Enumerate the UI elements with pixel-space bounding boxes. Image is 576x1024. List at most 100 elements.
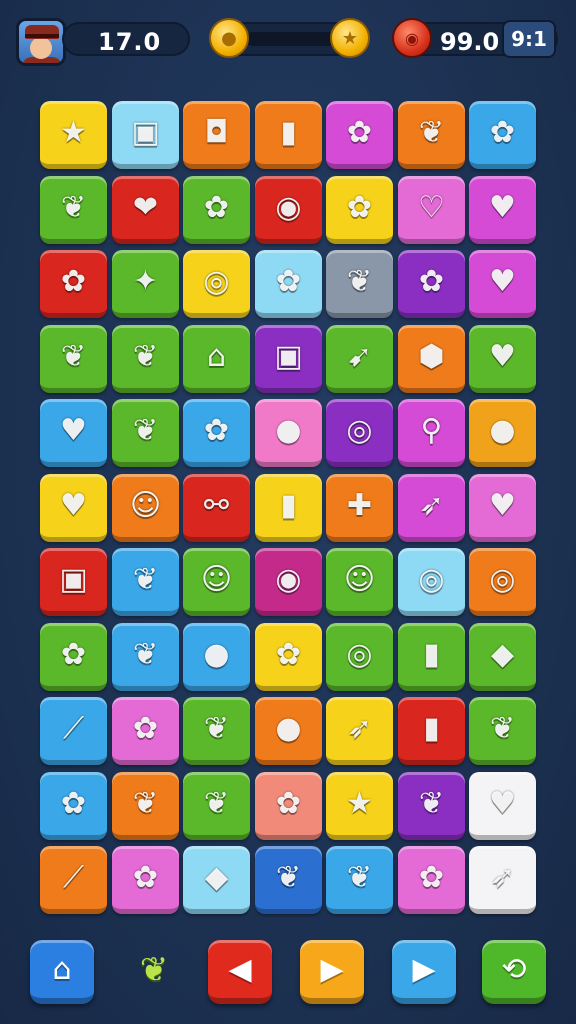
board-tile[interactable]: ✦ — [112, 250, 179, 318]
board-tile[interactable]: ◆ — [469, 623, 536, 691]
board-tile[interactable]: ✿ — [255, 250, 322, 318]
tile-icon: ✿ — [132, 859, 159, 895]
board-tile[interactable]: ✿ — [398, 250, 465, 318]
board-tile[interactable]: ⟋ — [40, 697, 107, 765]
board-tile[interactable]: ⚲ — [398, 399, 465, 467]
board-tile[interactable]: ♥ — [40, 399, 107, 467]
tile-icon: ◆ — [490, 636, 515, 672]
board-tile[interactable]: ♡ — [398, 176, 465, 244]
board-tile[interactable]: ❦ — [398, 101, 465, 169]
board-tile[interactable]: ♥ — [40, 474, 107, 542]
board-tile[interactable]: ✿ — [40, 772, 107, 840]
board-tile[interactable]: ❤ — [112, 176, 179, 244]
board-tile[interactable]: ⚯ — [183, 474, 250, 542]
board-tile[interactable]: ✿ — [112, 697, 179, 765]
tile-icon: ● — [203, 636, 230, 672]
tile-icon: ✿ — [275, 636, 302, 672]
board-tile[interactable]: ◘ — [183, 101, 250, 169]
board-tile[interactable]: ◉ — [255, 548, 322, 616]
board-tile[interactable]: ☺ — [183, 548, 250, 616]
board-tile[interactable]: ☺ — [112, 474, 179, 542]
board-tile[interactable]: ⌂ — [183, 325, 250, 393]
board-tile[interactable]: ◎ — [398, 548, 465, 616]
board-tile[interactable]: ❦ — [112, 772, 179, 840]
board-tile[interactable]: ◎ — [183, 250, 250, 318]
tile-icon: ◎ — [346, 636, 373, 672]
tile-icon: ♥ — [489, 189, 516, 225]
tile-icon: ✦ — [132, 263, 159, 299]
board-tile[interactable]: ❦ — [255, 846, 322, 914]
tile-icon: ❦ — [418, 785, 445, 821]
board-tile[interactable]: ✿ — [398, 846, 465, 914]
board-tile[interactable]: ♥ — [469, 325, 536, 393]
board-tile[interactable]: ❦ — [326, 846, 393, 914]
board-tile[interactable]: ✿ — [326, 101, 393, 169]
play-button[interactable]: ▶ — [300, 940, 364, 1004]
tile-icon: ❦ — [132, 785, 159, 821]
tile-icon: ➶ — [418, 487, 445, 523]
board-tile[interactable]: ➶ — [469, 846, 536, 914]
tile-icon: ✿ — [346, 114, 373, 150]
board-tile[interactable]: ❦ — [183, 697, 250, 765]
board-tile[interactable]: ✿ — [469, 101, 536, 169]
board-tile[interactable]: ▣ — [112, 101, 179, 169]
board-tile[interactable]: ❦ — [183, 772, 250, 840]
board-tile[interactable]: ◎ — [469, 548, 536, 616]
board-tile[interactable]: ❦ — [112, 623, 179, 691]
board-tile[interactable]: ◉ — [255, 176, 322, 244]
board-tile[interactable]: ✿ — [183, 176, 250, 244]
player-avatar[interactable] — [16, 18, 66, 66]
board-tile[interactable]: ▣ — [255, 325, 322, 393]
leaf-icon[interactable]: ❦ — [130, 942, 178, 998]
board-tile[interactable]: ➶ — [398, 474, 465, 542]
board-tile[interactable]: ● — [255, 697, 322, 765]
board-tile[interactable]: ❦ — [112, 325, 179, 393]
board-tile[interactable]: ✿ — [112, 846, 179, 914]
board-tile[interactable]: ⟋ — [40, 846, 107, 914]
board-tile[interactable]: ◆ — [183, 846, 250, 914]
tile-icon: ▮ — [280, 487, 297, 523]
board-tile[interactable]: ✿ — [183, 399, 250, 467]
board-tile[interactable]: ✿ — [255, 623, 322, 691]
board-tile[interactable]: ▮ — [255, 101, 322, 169]
board-tile[interactable]: ▣ — [40, 548, 107, 616]
board-tile[interactable]: ▮ — [255, 474, 322, 542]
board-tile[interactable]: ❦ — [112, 548, 179, 616]
board-tile[interactable]: ★ — [326, 772, 393, 840]
board-tile[interactable]: ▮ — [398, 623, 465, 691]
board-tile[interactable]: ♥ — [469, 176, 536, 244]
board-tile[interactable]: ✿ — [40, 250, 107, 318]
board-tile[interactable]: ▮ — [398, 697, 465, 765]
board-tile[interactable]: ● — [469, 399, 536, 467]
board-tile[interactable]: ✿ — [326, 176, 393, 244]
board-tile[interactable]: ✚ — [326, 474, 393, 542]
board-tile[interactable]: ❦ — [40, 325, 107, 393]
home-button[interactable]: ⌂ — [30, 940, 94, 1004]
board-tile[interactable]: ⬢ — [398, 325, 465, 393]
board-tile[interactable]: ● — [183, 623, 250, 691]
board-tile[interactable]: ◎ — [326, 623, 393, 691]
shuffle-button[interactable]: ⟲ — [482, 940, 546, 1004]
board-tile[interactable]: ● — [255, 399, 322, 467]
tile-icon: ▮ — [423, 710, 440, 746]
board-tile[interactable]: ➹ — [326, 325, 393, 393]
board-tile[interactable]: ❦ — [469, 697, 536, 765]
board-tile[interactable]: ❦ — [326, 250, 393, 318]
board-tile[interactable]: ❦ — [398, 772, 465, 840]
board-tile[interactable]: ☺ — [326, 548, 393, 616]
board-tile[interactable]: ✿ — [255, 772, 322, 840]
board-tile[interactable]: ♥ — [469, 772, 536, 840]
next-button[interactable]: ▶ — [392, 940, 456, 1004]
board-tile[interactable]: ◎ — [326, 399, 393, 467]
board-tile[interactable]: ♥ — [469, 250, 536, 318]
board-tile[interactable]: ✿ — [40, 623, 107, 691]
board-tile[interactable]: ❦ — [40, 176, 107, 244]
board-tile[interactable]: ❦ — [112, 399, 179, 467]
tile-icon: ❦ — [346, 263, 373, 299]
board-tile[interactable]: ➶ — [326, 697, 393, 765]
level-badge[interactable]: 9:1 — [502, 20, 556, 58]
board-tile[interactable]: ♥ — [469, 474, 536, 542]
tile-icon: ❦ — [203, 710, 230, 746]
back-button[interactable]: ◀ — [208, 940, 272, 1004]
board-tile[interactable]: ★ — [40, 101, 107, 169]
